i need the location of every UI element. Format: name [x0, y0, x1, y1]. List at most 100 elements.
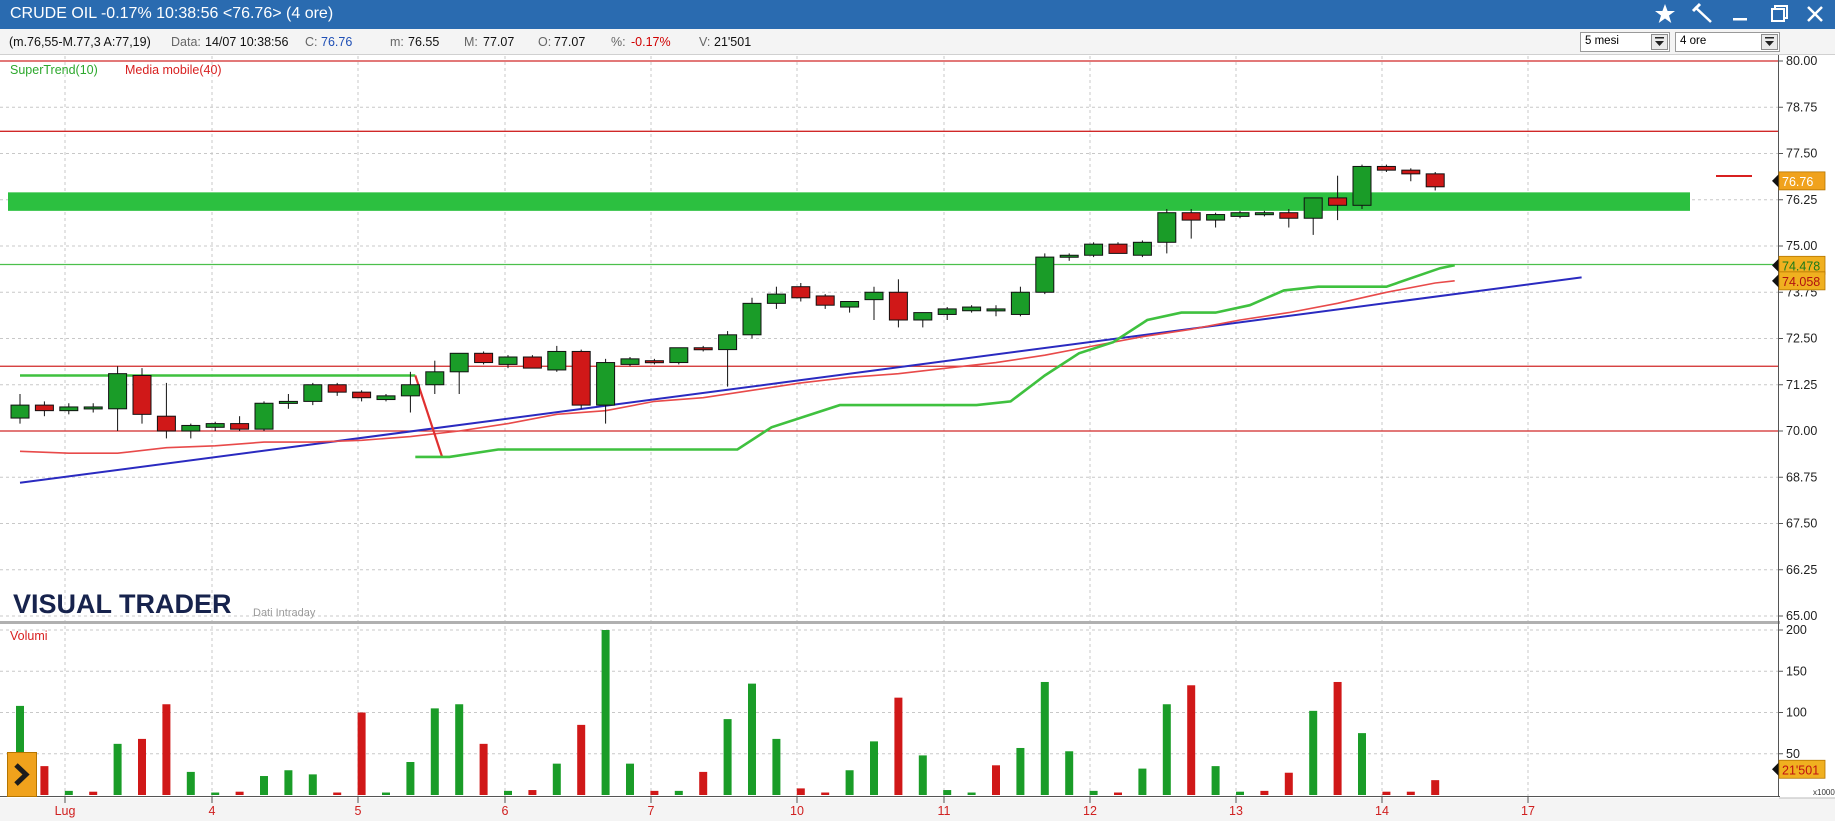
volume-bar [333, 792, 342, 795]
minimize-icon[interactable] [1725, 0, 1755, 29]
price-range: (m.76,55-M.77,3 A:77,19) [9, 35, 151, 49]
close-icon[interactable] [1800, 0, 1830, 29]
star-icon[interactable] [1650, 0, 1680, 29]
price-tick-label: 66.25 [1786, 563, 1817, 577]
scroll-nav-button[interactable] [7, 752, 37, 797]
time-tick-label: 13 [1229, 804, 1243, 818]
time-tick-label: 4 [209, 804, 216, 818]
candle-body [498, 356, 518, 365]
supertrend-legend[interactable]: SuperTrend(10) [10, 63, 98, 77]
candle-body [34, 404, 54, 412]
volume-badge-pointer [1772, 762, 1779, 777]
volume-bar [64, 790, 73, 795]
candle-body [1010, 291, 1030, 315]
volume-bar [845, 770, 854, 795]
quote-info-bar: (m.76,55-M.77,3 A:77,19) Data: 14/07 10:… [0, 29, 1835, 55]
candle-body [669, 347, 689, 364]
volume-bar [1358, 733, 1366, 795]
candle-body [644, 360, 664, 364]
candle-body [547, 350, 567, 371]
candle-body [766, 293, 786, 304]
time-axis-band [0, 798, 1835, 821]
candle-body [376, 395, 396, 401]
candle-body [1279, 212, 1299, 219]
intraday-label: Dati Intraday [253, 607, 316, 619]
volume-bar [870, 741, 878, 795]
close-value: 76.76 [321, 35, 353, 49]
candle-body [1084, 243, 1104, 256]
volume-bar [430, 708, 439, 795]
volume-bar [967, 792, 976, 795]
supertrend-line [415, 263, 1455, 459]
volume-bar [1016, 747, 1025, 795]
moving-average-legend[interactable]: Media mobile(40) [125, 63, 222, 77]
interval-select-value: 4 ore [1680, 35, 1707, 47]
price-tick-label: 67.50 [1786, 517, 1817, 531]
candle-body [986, 308, 1006, 312]
volume-bar [699, 771, 708, 795]
volume-bar [1162, 704, 1171, 795]
price-axis-ticks: 80.0078.7577.5076.2575.0073.7572.5071.25… [1778, 55, 1817, 623]
volume-bar [1284, 772, 1293, 795]
period-select[interactable]: 5 mesi [1580, 32, 1670, 52]
volume-bar [504, 790, 512, 795]
candle-body [352, 391, 372, 399]
date-label: Data: [171, 35, 201, 49]
price-tick-label: 70.00 [1786, 424, 1817, 438]
time-tick-label: 6 [502, 804, 509, 818]
interval-dropdown-icon[interactable] [1761, 34, 1778, 50]
candle-body [522, 356, 542, 369]
period-dropdown-icon[interactable] [1651, 34, 1668, 50]
price-chart[interactable]: 80.0078.7577.5076.2575.0073.7572.5071.25… [0, 55, 1835, 821]
close-label: C: [305, 35, 318, 49]
candle-body [1254, 212, 1274, 216]
pin-icon[interactable] [1687, 0, 1717, 29]
volume-bar [455, 704, 464, 795]
moving-average-badge-label: 74.058 [1782, 275, 1820, 289]
volume-tick-label: 150 [1786, 664, 1807, 678]
time-tick-label: 7 [648, 804, 655, 818]
volume-bar [1309, 710, 1318, 795]
volume-bar [992, 765, 1000, 795]
time-tick-label: 11 [938, 804, 951, 818]
volume-bar [1333, 681, 1342, 795]
volume-bar [1187, 685, 1196, 795]
candle-body [10, 404, 30, 419]
volume-bar [1260, 790, 1269, 795]
visual-trader-logo: VISUAL TRADER [13, 589, 232, 619]
candle-body [474, 352, 494, 364]
candle-body [937, 308, 957, 315]
candle-body [1108, 243, 1128, 254]
candle-body [449, 352, 469, 373]
volume-tick-label: 100 [1786, 706, 1807, 720]
volume-value: 21'501 [714, 35, 752, 49]
restore-icon[interactable] [1763, 0, 1793, 29]
volume-bar [235, 791, 244, 795]
trendline [19, 276, 1582, 484]
price-tick-label: 75.00 [1786, 239, 1817, 253]
candle-body [791, 286, 811, 299]
volume-bar [186, 771, 195, 795]
last-price-badge-label: 76.76 [1782, 175, 1813, 189]
candle-body [108, 373, 128, 410]
candle-body [327, 384, 347, 393]
volume-bar [1406, 791, 1415, 795]
volume-tick-label: 50 [1786, 747, 1800, 761]
volume-bar [357, 712, 366, 795]
volume-bar [211, 792, 220, 795]
date-value: 14/07 10:38:56 [205, 35, 289, 49]
candle-body [1157, 212, 1177, 243]
candle-body [1376, 165, 1396, 171]
volume-multiplier: x1000 [1813, 788, 1835, 797]
volume-bar [821, 792, 830, 795]
volume-bar [40, 766, 49, 795]
candle-body [1303, 197, 1323, 219]
volume-tick-label: 200 [1786, 623, 1807, 637]
volume-bar [894, 697, 903, 795]
volume-bar [772, 738, 781, 795]
last-price-badge-pointer [1772, 173, 1779, 188]
candle-body [303, 384, 323, 402]
interval-select[interactable]: 4 ore [1675, 32, 1780, 52]
candle-body [840, 301, 860, 308]
volume-bar [1431, 780, 1440, 795]
